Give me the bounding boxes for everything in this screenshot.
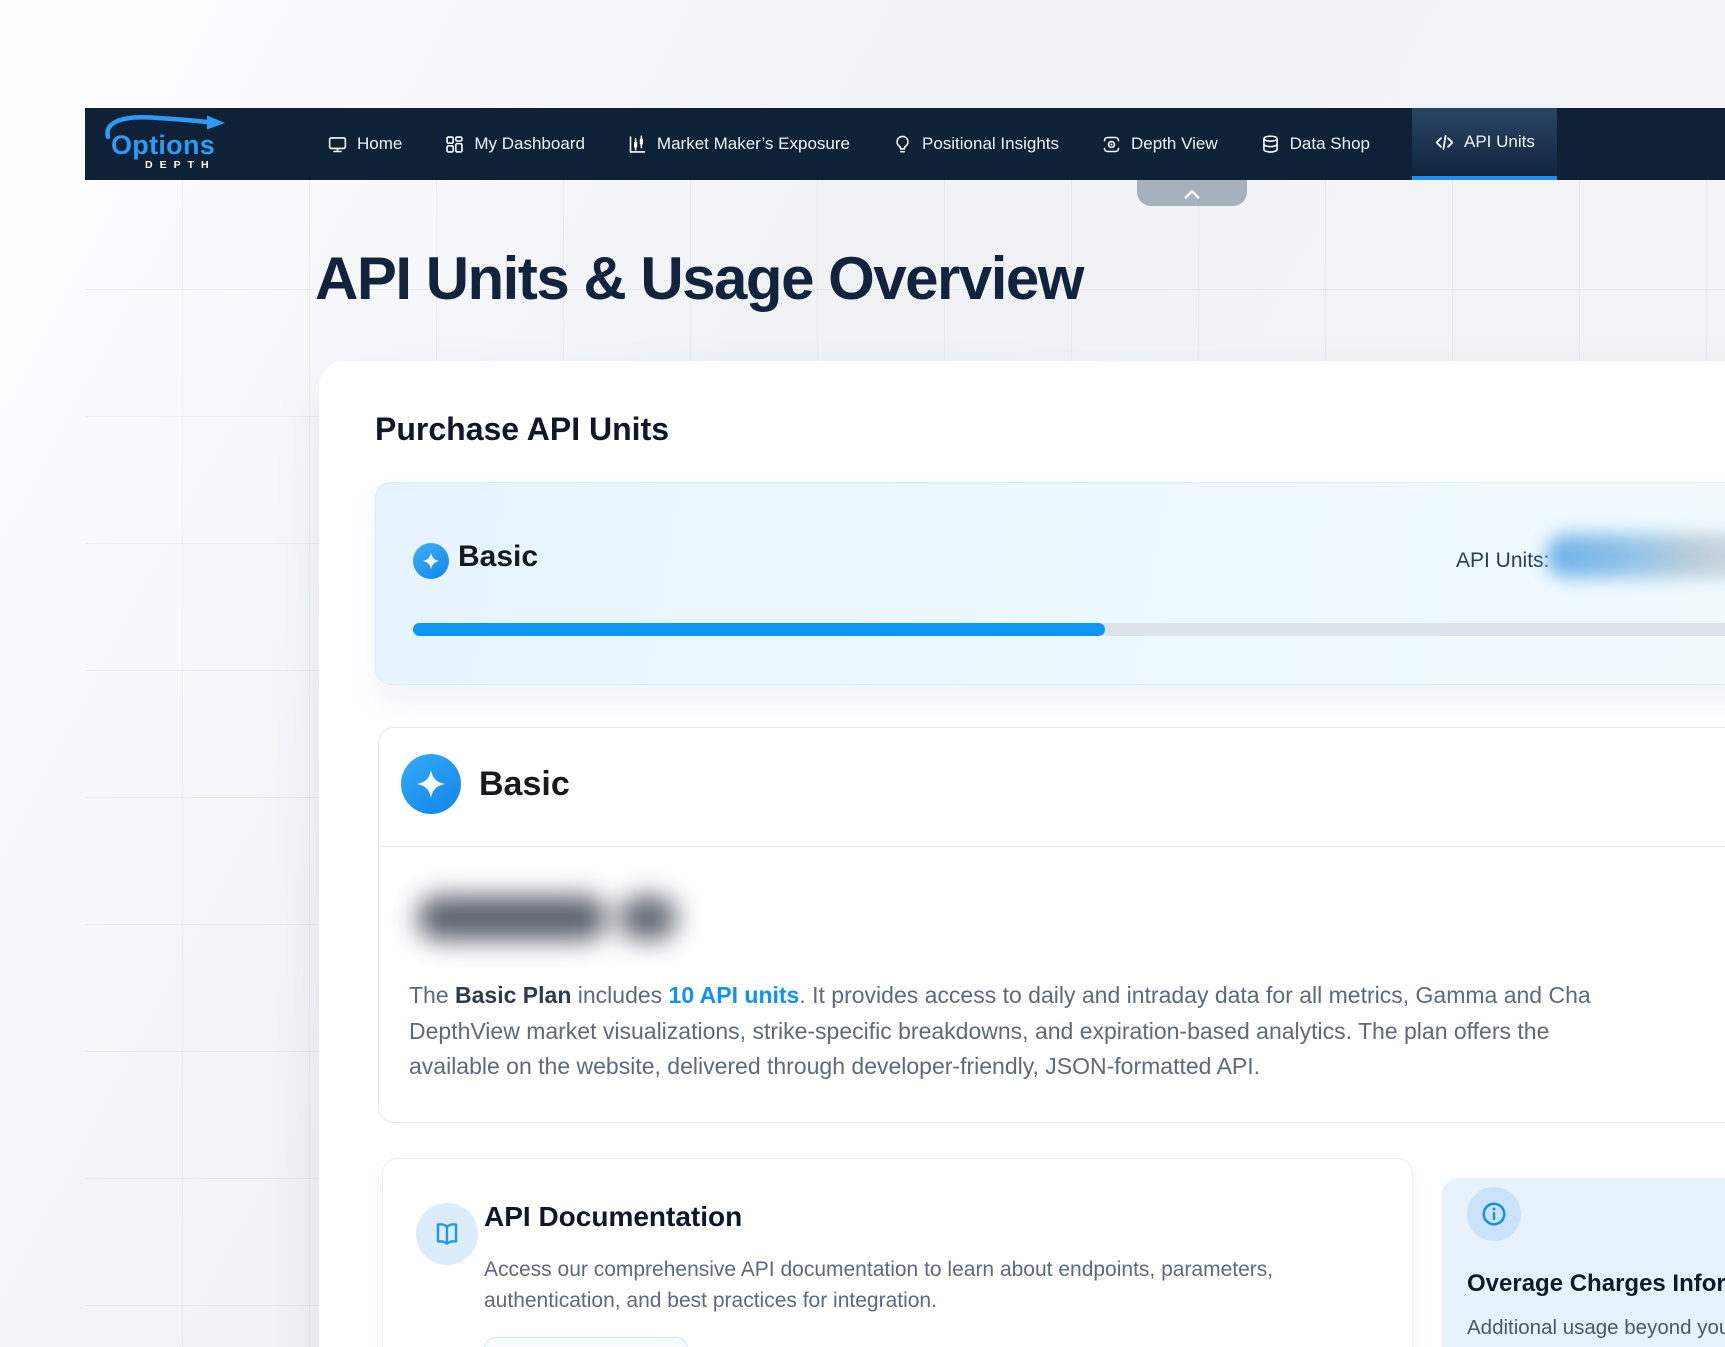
- nav-list: Home My Dashboard Market Maker’s Exposur…: [327, 108, 1557, 180]
- sparkle-icon: [417, 770, 445, 798]
- overage-title: Overage Charges Information: [1467, 1270, 1725, 1297]
- nav-item-my-dashboard[interactable]: My Dashboard: [444, 134, 585, 155]
- purchase-heading: Purchase API Units: [375, 411, 670, 447]
- candlestick-icon: [629, 134, 646, 153]
- brand-name: Options: [111, 130, 216, 160]
- plan-detail-header: Basic: [379, 728, 1725, 847]
- api-units-label: API Units:: [1456, 549, 1550, 572]
- nav-item-api-units-active[interactable]: API Units: [1412, 108, 1557, 180]
- nav-item-depth-view[interactable]: Depth View: [1101, 134, 1218, 155]
- nav-item-data-shop[interactable]: Data Shop: [1260, 134, 1370, 155]
- brand-subname: DEPTH: [145, 159, 216, 171]
- page-title: API Units & Usage Overview: [315, 245, 1084, 312]
- plan-detail-card: Basic The Basic Plan includes 10 API uni…: [378, 727, 1725, 1123]
- plan-description-line-2: DepthView market visualizations, strike-…: [409, 1017, 1550, 1044]
- overage-body: Additional usage beyond your r: [1467, 1316, 1725, 1339]
- api-documentation-card: API Documentation Access our comprehensi…: [382, 1158, 1413, 1347]
- open-book-icon: [436, 1223, 458, 1245]
- overage-charges-card: Overage Charges Information Additional u…: [1442, 1178, 1725, 1347]
- doc-body-line-1: Access our comprehensive API documentati…: [484, 1258, 1274, 1281]
- doc-body-line-2: authentication, and best practices for i…: [484, 1288, 937, 1312]
- plan-description-line-1: The Basic Plan includes 10 API units. It…: [409, 982, 1591, 1008]
- plan-name: Basic: [458, 540, 539, 573]
- code-icon: [1435, 134, 1454, 150]
- nav-item-positional-insights[interactable]: Positional Insights: [892, 134, 1059, 155]
- api-usage-progress-fill: [413, 623, 1105, 636]
- plan-icon: [401, 754, 461, 814]
- api-usage-panel: Basic API Units:: [375, 482, 1725, 685]
- nav-label: Positional Insights: [921, 134, 1060, 153]
- chevron-up-icon: [1184, 190, 1200, 199]
- api-usage-progress: [413, 623, 1725, 636]
- database-icon: [1262, 134, 1278, 153]
- plan-description-line-3: available on the website, delivered thro…: [409, 1053, 1261, 1079]
- doc-body: Access our comprehensive API documentati…: [484, 1255, 1273, 1316]
- view-documentation-button-partial[interactable]: [484, 1337, 688, 1347]
- top-navbar: Options DEPTH Home My Dashboard Market M…: [85, 108, 1725, 180]
- plan-price-redacted: [417, 874, 679, 960]
- plan-description: The Basic Plan includes 10 API units. It…: [409, 978, 1725, 1085]
- nav-label: API Units: [1464, 132, 1535, 151]
- doc-icon-circle: [416, 1203, 478, 1265]
- api-units-value-redacted: [1546, 534, 1725, 578]
- sparkle-icon: [422, 552, 440, 570]
- nav-label: Depth View: [1131, 134, 1218, 153]
- redacted-blob: [619, 896, 677, 940]
- navbar-collapse-pill[interactable]: [1137, 180, 1247, 206]
- doc-title: API Documentation: [484, 1201, 743, 1232]
- nav-label: Home: [357, 134, 403, 153]
- brand-logo[interactable]: Options DEPTH: [99, 108, 249, 180]
- nav-label: Data Shop: [1289, 134, 1370, 153]
- nav-item-market-makers-exposure[interactable]: Market Maker’s Exposure: [627, 134, 850, 155]
- nav-item-home[interactable]: Home: [327, 134, 402, 155]
- lightbulb-icon: [896, 135, 909, 153]
- page: Options DEPTH Home My Dashboard Market M…: [0, 0, 1725, 1347]
- purchase-section-card: Purchase API Units Basic API Units: Basi…: [319, 361, 1725, 1347]
- plan-badge-icon: [413, 543, 449, 579]
- nav-label: My Dashboard: [474, 134, 585, 153]
- redacted-blob: [417, 896, 607, 940]
- info-icon: [1482, 1202, 1506, 1226]
- depth-eye-icon: [1103, 136, 1120, 152]
- overage-icon-circle: [1467, 1187, 1521, 1241]
- monitor-icon: [328, 136, 347, 152]
- dashboard-icon: [446, 135, 464, 153]
- plan-title: Basic: [479, 765, 570, 803]
- nav-label: Market Maker’s Exposure: [656, 134, 850, 153]
